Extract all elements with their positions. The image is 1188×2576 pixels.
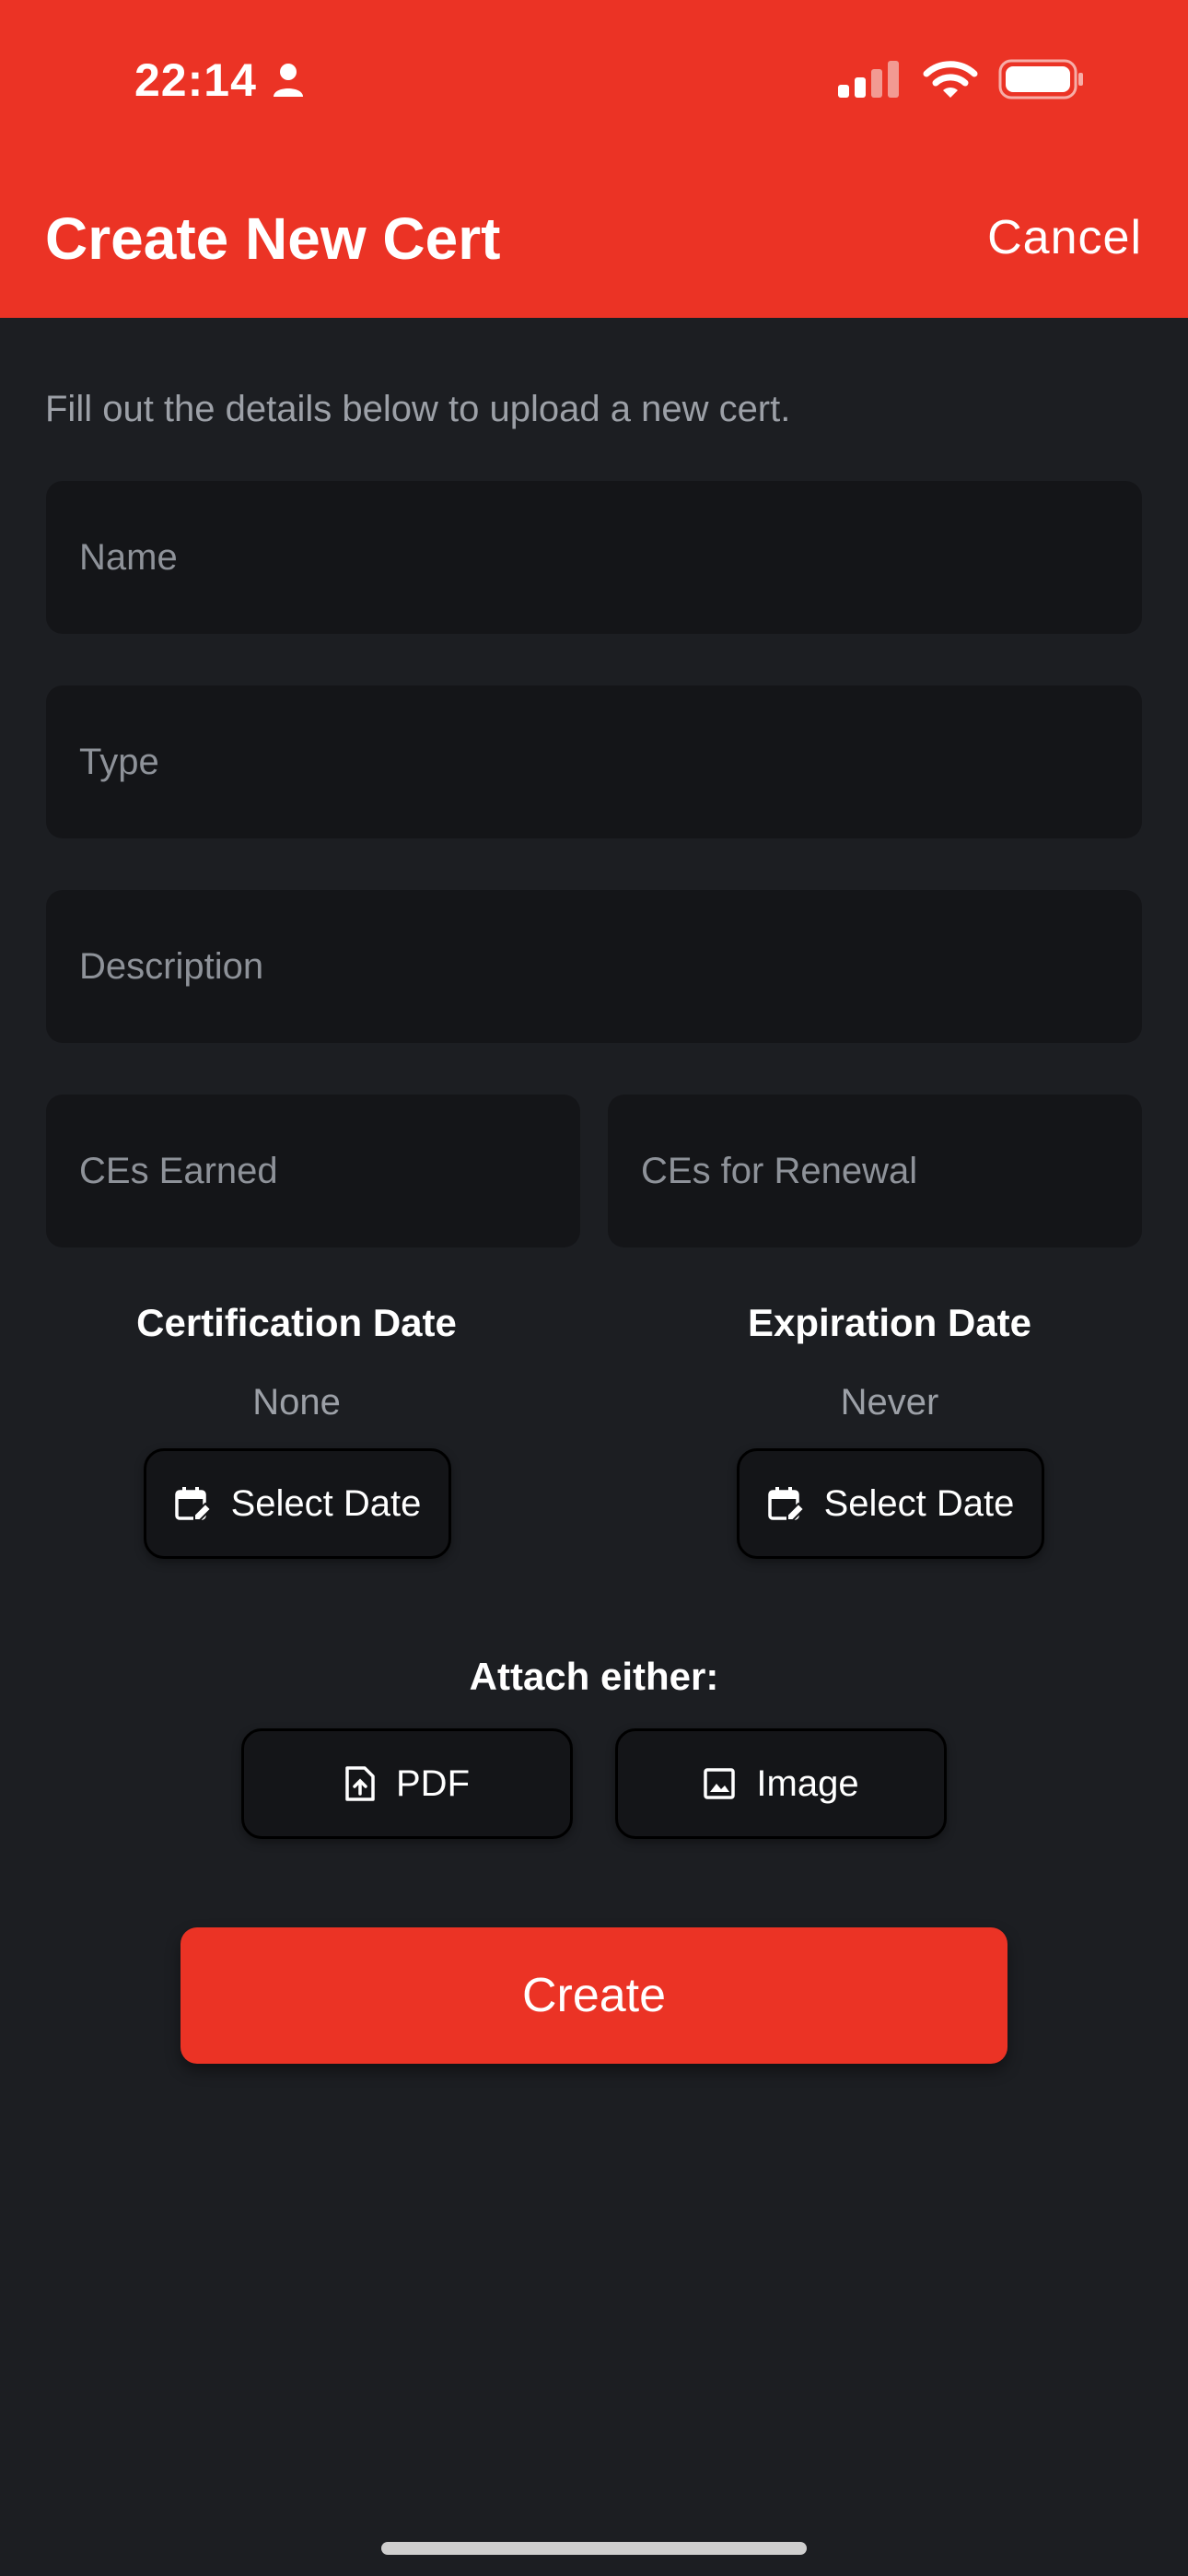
status-indicators (836, 59, 1085, 100)
certification-select-date-button[interactable]: Select Date (144, 1448, 451, 1559)
certification-date-title: Certification Date (136, 1301, 457, 1344)
create-button[interactable]: Create (181, 1927, 1007, 2064)
name-placeholder: Name (79, 536, 178, 578)
ces-earned-field[interactable]: CEs Earned (46, 1095, 580, 1247)
page-title: Create New Cert (45, 205, 501, 272)
attach-pdf-label: PDF (396, 1762, 470, 1804)
image-icon (704, 1768, 736, 1799)
battery-icon (998, 59, 1083, 100)
expiration-date-section: Expiration Date Never (632, 1301, 1147, 1423)
type-field[interactable]: Type (46, 685, 1142, 838)
ces-renewal-field[interactable]: CEs for Renewal (608, 1095, 1142, 1247)
ces-renewal-placeholder: CEs for Renewal (641, 1150, 918, 1191)
app-header: 22:14 Create New Cert Cancel (0, 0, 1188, 318)
calendar-edit-icon (174, 1487, 211, 1521)
certification-date-section: Certification Date None (39, 1301, 554, 1423)
description-placeholder: Description (79, 945, 264, 987)
status-time: 22:14 (134, 53, 305, 107)
attach-label: Attach either: (469, 1655, 719, 1698)
name-field[interactable]: Name (46, 481, 1142, 634)
intro-text: Fill out the details below to upload a n… (45, 389, 791, 429)
file-upload-icon (345, 1766, 375, 1801)
type-placeholder: Type (79, 741, 159, 782)
expiration-select-date-button[interactable]: Select Date (737, 1448, 1044, 1559)
wifi-icon (923, 61, 978, 98)
attach-image-button[interactable]: Image (615, 1728, 947, 1839)
certification-select-date-label: Select Date (230, 1482, 422, 1524)
cellular-signal-icon (838, 61, 899, 98)
cancel-button[interactable]: Cancel (987, 210, 1142, 265)
attach-pdf-button[interactable]: PDF (241, 1728, 573, 1839)
expiration-select-date-label: Select Date (823, 1482, 1015, 1524)
description-field[interactable]: Description (46, 890, 1142, 1043)
certification-date-value: None (252, 1382, 341, 1423)
person-icon (273, 64, 303, 97)
ces-earned-placeholder: CEs Earned (79, 1150, 278, 1191)
calendar-edit-icon (767, 1487, 804, 1521)
attach-image-label: Image (756, 1762, 859, 1804)
expiration-date-value: Never (840, 1382, 939, 1423)
home-indicator (381, 2542, 807, 2555)
expiration-date-title: Expiration Date (747, 1301, 1032, 1344)
